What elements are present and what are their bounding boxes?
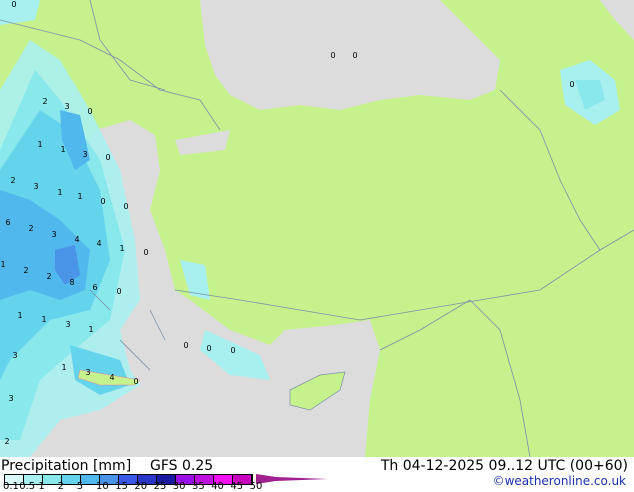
map-value-label: 0 [116,287,121,296]
map-value-label: 3 [85,368,90,377]
map-title: Precipitation [mm] [1,458,132,474]
colorbar-tick: 30 [172,481,186,492]
credit-link[interactable]: ©weatheronline.co.uk [493,474,626,488]
map-value-label: 6 [92,283,97,292]
map-value-label: 4 [74,235,79,244]
map-value-label: 6 [5,218,10,227]
map-value-label: 0 [123,202,128,211]
map-value-label: 0 [230,346,235,355]
map-value-label: 2 [23,266,28,275]
map-value-label: 3 [12,351,17,360]
map-value-label: 2 [42,97,47,106]
map-value-label: 1 [57,188,62,197]
map-value-label: 1 [41,315,46,324]
map-value-label: 3 [33,182,38,191]
map-value-label: 4 [109,373,114,382]
map-value-label: 1 [88,325,93,334]
map-value-label: 2 [46,272,51,281]
map-value-label: 1 [37,140,42,149]
map-value-label: 1 [119,244,124,253]
map-value-label: 0 [87,107,92,116]
colorbar-tick: 5 [76,481,84,492]
map-value-label: 0 [352,51,357,60]
precipitation-map: 0 0 0 0 2 3 0 1 1 3 0 2 3 1 1 0 0 6 2 3 4 4 1 0 1 2 2 8 6 0 1 1 3 1 0 0 0 3 1 3… [0,0,634,457]
map-value-label: 0 [100,197,105,206]
map-value-label: 1 [17,311,22,320]
colorbar-tick: 40 [211,481,224,492]
map-value-label: 1 [60,145,65,154]
colorbar-tick: 15 [115,481,128,492]
map-value-label: 3 [64,102,69,111]
map-value-label: 1 [0,260,5,269]
map-value-label: 0 [569,80,574,89]
map-value-label: 0 [133,377,138,386]
map-value-label: 3 [51,230,56,239]
colorbar-tick: 0.1 [3,481,19,492]
map-value-label: 0 [183,341,188,350]
map-value-label: 1 [77,192,82,201]
colorbar-tick: 45 [230,481,244,492]
map-value-label: 2 [28,224,33,233]
map-value-label: 0 [330,51,335,60]
map-value-label: 0 [143,248,148,257]
colorbar-tick: 10 [96,481,109,492]
map-value-label: 1 [61,363,66,372]
colorbar-tick: 0.5 [19,481,36,492]
colorbar-tick: 20 [134,481,148,492]
colorbar-tick: 2 [57,481,64,492]
map-value-label: 2 [10,176,15,185]
map-value-label: 0 [206,344,211,353]
map-value-label: 0 [11,0,16,9]
map-value-label: 4 [96,239,101,248]
black-sea [200,0,500,110]
colorbar-tick: 50 [249,481,263,492]
map-value-label: 8 [69,278,74,287]
map-value-label: 3 [8,394,13,403]
colorbar-tick: 1 [38,481,45,492]
valid-time: Th 04-12-2025 09..12 UTC (00+60) [380,458,628,474]
colorbar-tick: 35 [192,481,205,492]
map-value-label: 3 [65,320,70,329]
map-value-label: 2 [4,437,9,446]
colorbar-tick: 25 [153,481,167,492]
model-name: GFS 0.25 [150,458,214,474]
map-value-label: 0 [105,153,110,162]
map-value-label: 3 [82,150,87,159]
